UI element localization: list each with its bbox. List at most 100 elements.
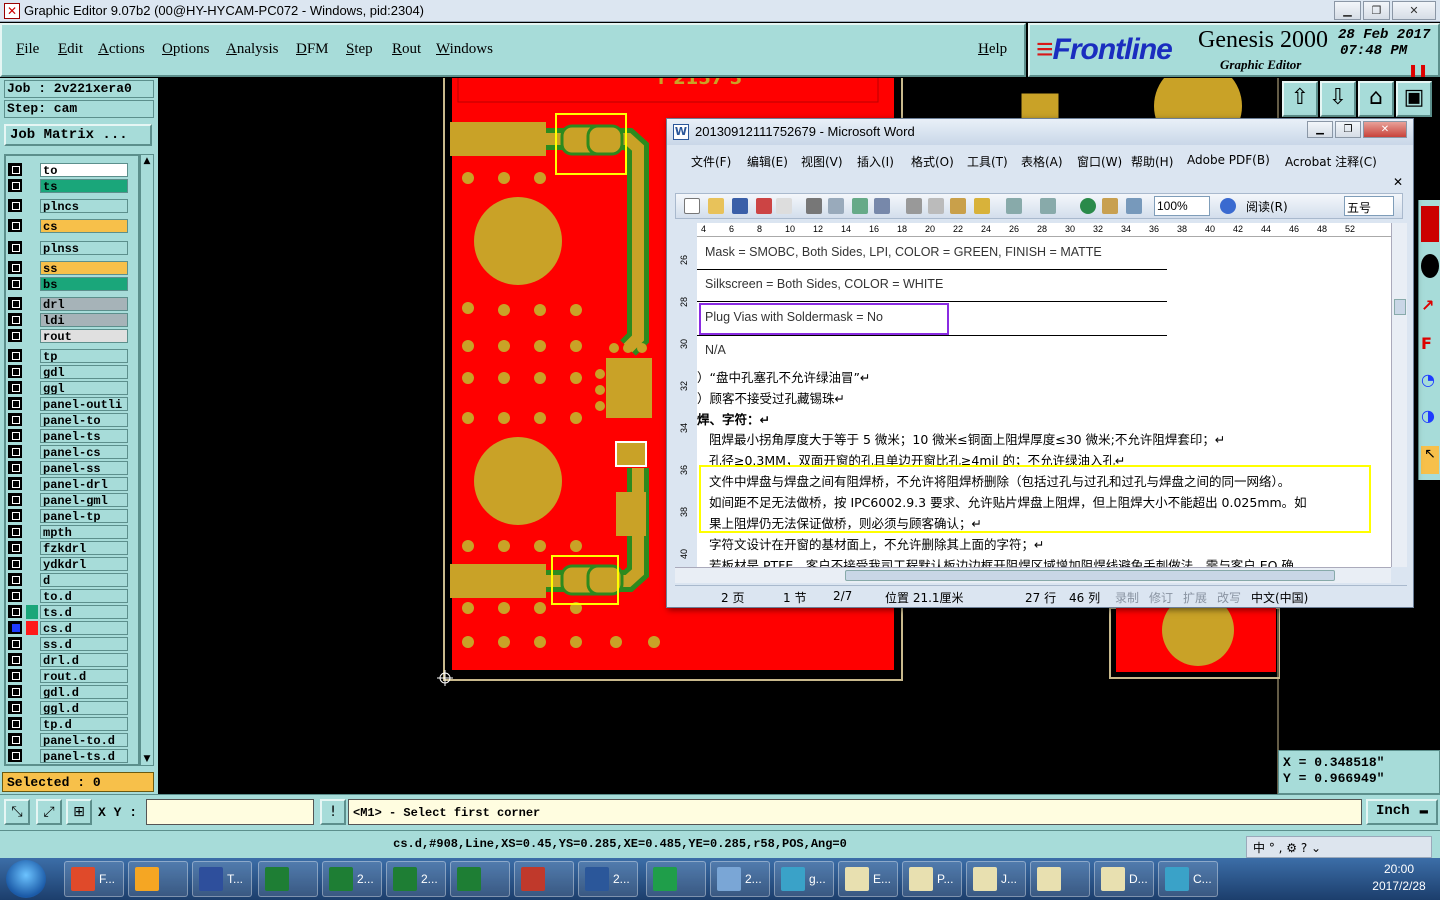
taskbar-item[interactable]: 2...: [322, 861, 382, 897]
taskbar-item[interactable]: 2...: [386, 861, 446, 897]
layer-name[interactable]: panel-to: [40, 412, 128, 427]
layer-name[interactable]: ggl: [40, 380, 128, 395]
layer-row-fzkdrl[interactable]: fzkdrl: [8, 540, 128, 555]
menu-actions[interactable]: Actions: [98, 41, 145, 58]
tool-icon[interactable]: ◔: [1421, 370, 1439, 394]
layer-checkbox[interactable]: [8, 219, 22, 232]
tool-icon[interactable]: [1421, 206, 1439, 242]
status-ext[interactable]: 扩展: [1183, 589, 1207, 606]
layer-checkbox[interactable]: [8, 525, 22, 538]
layer-checkbox[interactable]: [8, 413, 22, 426]
email-icon[interactable]: [776, 198, 792, 214]
layer-checkbox[interactable]: [8, 749, 22, 762]
taskbar-item[interactable]: g...: [774, 861, 834, 897]
zoom-box-icon[interactable]: ⤡: [4, 799, 30, 825]
view-icon[interactable]: ▣: [1396, 81, 1432, 117]
layer-checkbox[interactable]: [8, 541, 22, 554]
layer-row-ss[interactable]: ss: [8, 260, 128, 275]
layer-name[interactable]: plnss: [40, 240, 128, 255]
layer-checkbox[interactable]: [8, 557, 22, 570]
spelling-icon[interactable]: [852, 198, 868, 214]
layer-name[interactable]: gdl: [40, 364, 128, 379]
menu-file[interactable]: File: [16, 41, 39, 58]
open-job-icon[interactable]: ⇧: [1282, 81, 1318, 117]
units-button[interactable]: Inch ▬: [1366, 799, 1438, 825]
layer-row-to[interactable]: to: [8, 162, 128, 177]
taskbar-item[interactable]: [514, 861, 574, 897]
close-button[interactable]: ✕: [1392, 1, 1436, 20]
layer-name[interactable]: drl.d: [40, 652, 128, 667]
home-icon[interactable]: ⌂: [1358, 81, 1394, 117]
layer-checkbox[interactable]: [8, 277, 22, 290]
layer-name[interactable]: rout: [40, 328, 128, 343]
layer-row-panel-to[interactable]: panel-to: [8, 412, 128, 427]
layer-row-plncs[interactable]: plncs: [8, 198, 128, 213]
word-window[interactable]: W 20130912111752679 - Microsoft Word ▁ ❐…: [666, 118, 1414, 608]
word-menu-acrobat[interactable]: Acrobat 注释(C): [1285, 153, 1377, 170]
snap-icon[interactable]: ⊞: [66, 799, 92, 825]
permission-icon[interactable]: [756, 198, 772, 214]
layer-name[interactable]: ts.d: [40, 604, 128, 619]
layer-list-scrollbar[interactable]: ▲ ▼: [140, 154, 154, 766]
taskbar-item[interactable]: [258, 861, 318, 897]
redo-icon[interactable]: [1040, 198, 1056, 214]
layer-name[interactable]: panel-ts: [40, 428, 128, 443]
hyperlink-icon[interactable]: [1080, 198, 1096, 214]
layer-checkbox[interactable]: [8, 349, 22, 362]
taskbar-item[interactable]: [646, 861, 706, 897]
vertical-ruler[interactable]: 26 28 30 32 34 36 38 40: [675, 237, 695, 567]
layer-name[interactable]: panel-ss: [40, 460, 128, 475]
font-size-select[interactable]: 五号: [1344, 196, 1394, 216]
taskbar-item[interactable]: 2...: [578, 861, 638, 897]
layer-row-cs.d[interactable]: cs.d: [8, 620, 128, 635]
layer-name[interactable]: panel-ts.d: [40, 748, 128, 763]
layer-checkbox[interactable]: [8, 621, 22, 634]
measure-icon[interactable]: ⤢: [36, 799, 62, 825]
cut-icon[interactable]: [906, 198, 922, 214]
reading-mode-button[interactable]: 阅读(R): [1246, 198, 1288, 215]
document-vertical-scrollbar[interactable]: [1391, 223, 1407, 567]
word-minimize-button[interactable]: ▁: [1307, 121, 1333, 138]
layer-name[interactable]: to.d: [40, 588, 128, 603]
layer-row-drl.d[interactable]: drl.d: [8, 652, 128, 667]
layer-name[interactable]: ts: [40, 178, 128, 193]
layer-checkbox[interactable]: [8, 701, 22, 714]
tool-icon[interactable]: F: [1421, 334, 1439, 358]
horizontal-ruler[interactable]: 4 6 8 10 12 14 16 18 20 22 24 26 28 30 32 34 36 38 40 42 44 4…: [697, 223, 1391, 237]
layer-name[interactable]: ggl.d: [40, 700, 128, 715]
layer-row-ts.d[interactable]: ts.d: [8, 604, 128, 619]
layer-checkbox[interactable]: [8, 653, 22, 666]
print-preview-icon[interactable]: [828, 198, 844, 214]
layer-checkbox[interactable]: [8, 261, 22, 274]
layer-name[interactable]: fzkdrl: [40, 540, 128, 555]
layer-name[interactable]: rout.d: [40, 668, 128, 683]
layer-checkbox[interactable]: [8, 313, 22, 326]
tool-icon[interactable]: ◑: [1421, 406, 1439, 430]
menu-windows[interactable]: Windows: [436, 41, 493, 58]
layer-name[interactable]: drl: [40, 296, 128, 311]
layer-row-ldi[interactable]: ldi: [8, 312, 128, 327]
layer-checkbox[interactable]: [8, 381, 22, 394]
word-menu-help[interactable]: 帮助(H): [1131, 153, 1173, 170]
print-icon[interactable]: [806, 198, 822, 214]
word-close-button[interactable]: ✕: [1363, 121, 1407, 138]
layer-row-panel-cs[interactable]: panel-cs: [8, 444, 128, 459]
layer-checkbox[interactable]: [8, 509, 22, 522]
format-painter-icon[interactable]: [974, 198, 990, 214]
taskbar-item[interactable]: E...: [838, 861, 898, 897]
layer-row-rout.d[interactable]: rout.d: [8, 668, 128, 683]
layer-row-mpth[interactable]: mpth: [8, 524, 128, 539]
taskbar-item[interactable]: J...: [966, 861, 1026, 897]
taskbar-item[interactable]: D...: [1094, 861, 1154, 897]
layer-checkbox[interactable]: [8, 685, 22, 698]
layer-row-panel-tp[interactable]: panel-tp: [8, 508, 128, 523]
word-maximize-button[interactable]: ❐: [1335, 121, 1361, 138]
copy-icon[interactable]: [928, 198, 944, 214]
menu-dfm[interactable]: DFM: [296, 41, 329, 58]
scroll-thumb[interactable]: [845, 570, 1335, 581]
layer-name[interactable]: cs: [40, 218, 128, 233]
scroll-up-icon[interactable]: ▲: [142, 156, 152, 166]
taskbar-item[interactable]: [128, 861, 188, 897]
layer-name[interactable]: ldi: [40, 312, 128, 327]
layer-row-panel-ts[interactable]: panel-ts: [8, 428, 128, 443]
